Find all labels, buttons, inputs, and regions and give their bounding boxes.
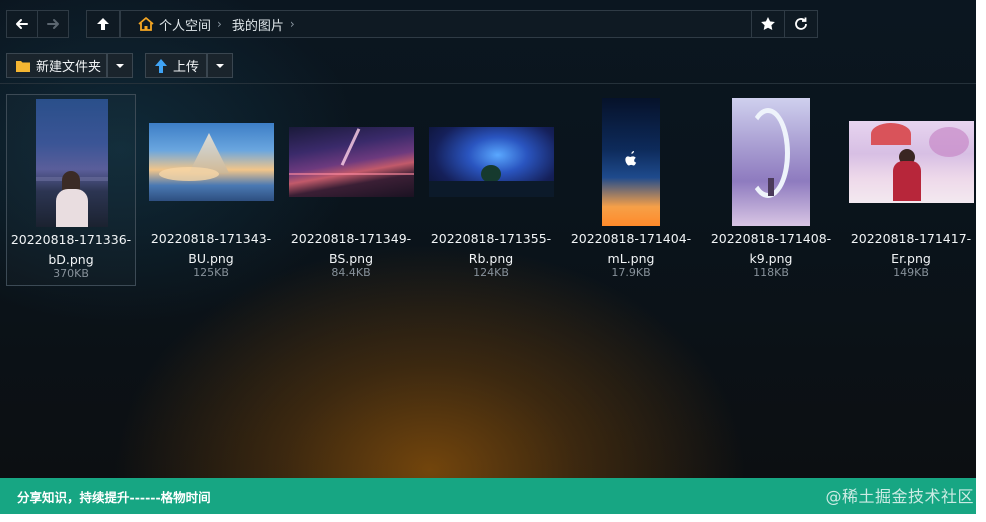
file-name: 20220818-171355- Rb.png (430, 231, 552, 266)
file-name: 20220818-171336- bD.png (10, 232, 132, 267)
file-item[interactable]: 20220818-171336- bD.png 370KB (6, 94, 136, 286)
file-size: 17.9KB (611, 266, 651, 279)
chevron-right-icon: › (289, 17, 295, 31)
arrow-right-icon (47, 19, 59, 29)
upload-dropdown[interactable] (207, 53, 233, 78)
file-name: 20220818-171408- k9.png (710, 231, 832, 266)
file-name: 20220818-171343- BU.png (150, 231, 272, 266)
file-name: 20220818-171349- BS.png (290, 231, 412, 266)
file-size: 370KB (53, 267, 89, 280)
new-folder-label: 新建文件夹 (36, 60, 102, 75)
footer-text: 分享知识，持续提升------格物时间 (17, 489, 211, 505)
file-item[interactable]: 20220818-171355- Rb.png 124KB (426, 94, 556, 286)
file-thumbnail (289, 127, 414, 197)
caret-down-icon (216, 63, 224, 68)
file-thumbnail (149, 123, 274, 201)
file-size: 84.4KB (331, 266, 371, 279)
file-item[interactable]: 20220818-171349- BS.png 84.4KB (286, 94, 416, 286)
watermark: @稀土掘金技术社区 (825, 487, 974, 506)
back-button[interactable] (6, 10, 38, 38)
arrow-up-icon (97, 18, 109, 30)
favorite-button[interactable] (751, 10, 785, 38)
file-name: 20220818-171404- mL.png (570, 231, 692, 266)
breadcrumb-item-personal-space[interactable]: 个人空间 › (159, 15, 232, 34)
file-size: 118KB (753, 266, 789, 279)
new-folder-button[interactable]: 新建文件夹 (6, 53, 107, 78)
file-name: 20220818-171417- Er.png (850, 231, 972, 266)
file-thumbnail (429, 127, 554, 197)
folder-icon (16, 60, 30, 72)
up-level-button[interactable] (86, 10, 120, 38)
upload-icon (155, 58, 167, 73)
arrow-left-icon (16, 19, 28, 29)
breadcrumb-label: 个人空间 (159, 18, 212, 34)
upload-label: 上传 (173, 60, 200, 75)
file-thumbnail (36, 99, 108, 227)
forward-button[interactable] (37, 10, 69, 38)
chevron-right-icon: › (217, 17, 222, 31)
home-icon[interactable] (137, 16, 155, 32)
refresh-icon (795, 17, 807, 30)
torn-edge-decoration (980, 0, 986, 522)
breadcrumb-item-my-pictures[interactable]: 我的图片 › (232, 15, 305, 34)
file-size: 125KB (193, 266, 229, 279)
file-item[interactable]: 20220818-171408- k9.png 118KB (706, 94, 836, 286)
refresh-button[interactable] (784, 10, 818, 38)
file-manager-window: 个人空间 › 我的图片 › 新建文件夹 上传 20220818-171336- … (0, 0, 976, 478)
toolbar-divider (0, 83, 976, 84)
new-folder-dropdown[interactable] (107, 53, 133, 78)
upload-button[interactable]: 上传 (145, 53, 207, 78)
file-thumbnail (732, 98, 810, 226)
file-item[interactable]: 20220818-171343- BU.png 125KB (146, 94, 276, 286)
file-item[interactable]: 20220818-171404- mL.png 17.9KB (566, 94, 696, 286)
file-thumbnail (602, 98, 660, 226)
file-thumbnail (849, 121, 974, 203)
breadcrumb-label: 我的图片 (231, 18, 284, 34)
file-size: 149KB (893, 266, 929, 279)
star-icon (761, 17, 775, 30)
apple-logo-icon (625, 151, 637, 166)
file-size: 124KB (473, 266, 509, 279)
breadcrumb: 个人空间 › 我的图片 › (120, 10, 752, 38)
caret-down-icon (116, 63, 124, 68)
file-item[interactable]: 20220818-171417- Er.png 149KB (846, 94, 976, 286)
